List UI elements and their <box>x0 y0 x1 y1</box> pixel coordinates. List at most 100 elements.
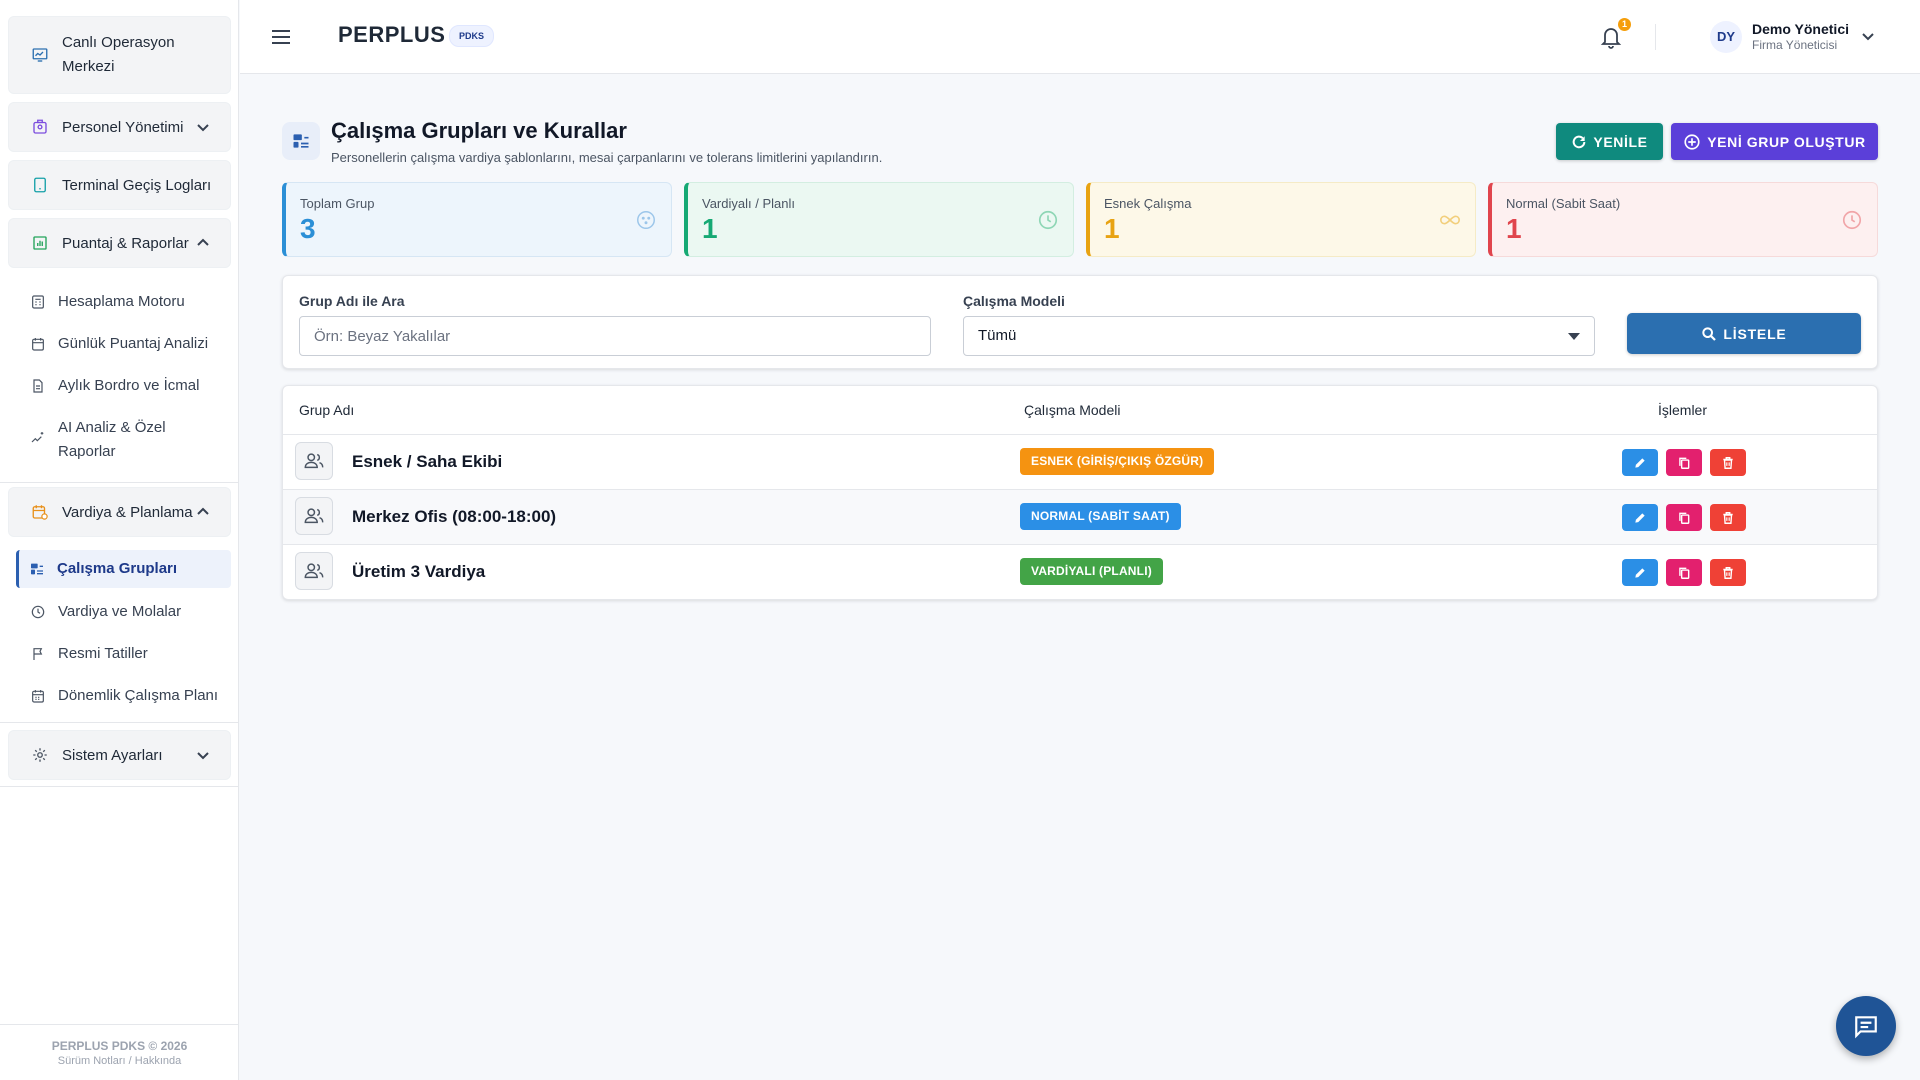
new-group-button[interactable]: YENİ GRUP OLUŞTUR <box>1671 123 1878 160</box>
copy-icon <box>1679 567 1690 579</box>
users-icon <box>304 508 324 524</box>
groups-table: Grup Adı Çalışma Modeli İşlemler Esnek /… <box>282 385 1878 600</box>
chat-icon <box>1855 1016 1877 1039</box>
stat-label: Toplam Grup <box>300 196 375 211</box>
sidebar-item-live-operations[interactable]: Canlı Operasyon Merkezi <box>8 16 231 94</box>
caret-down-icon <box>1568 333 1580 340</box>
calculator-icon <box>32 295 44 309</box>
edit-button[interactable] <box>1622 449 1658 476</box>
delete-button[interactable] <box>1710 504 1746 531</box>
copy-button[interactable] <box>1666 504 1702 531</box>
chevron-down-icon[interactable] <box>1860 30 1876 44</box>
chat-fab-button[interactable] <box>1836 996 1896 1056</box>
clock-icon <box>1038 210 1058 230</box>
sidebar-item-label: Hesaplama Motoru <box>58 293 185 310</box>
avatar[interactable]: DY <box>1710 21 1742 53</box>
trash-icon <box>1723 456 1733 469</box>
sidebar-item-ai-reports[interactable]: AI Analiz & Özel Raporlar <box>20 416 180 464</box>
column-header-name: Grup Adı <box>299 402 355 418</box>
sidebar-item-label: Dönemlik Çalışma Planı <box>58 687 219 704</box>
table-row[interactable]: Üretim 3 Vardiya VARDİYALI (PLANLI) <box>283 544 1877 599</box>
sidebar-item-label: Puantaj & Raporlar <box>62 234 189 252</box>
calendar-icon <box>32 338 44 351</box>
stat-card-shift: Vardiyalı / Planlı 1 <box>684 182 1074 257</box>
sidebar-item-work-groups[interactable]: Çalışma Grupları <box>16 550 231 588</box>
copy-button[interactable] <box>1666 449 1702 476</box>
sidebar-item-personnel[interactable]: Personel Yönetimi <box>8 102 231 152</box>
refresh-label: YENİLE <box>1593 133 1648 150</box>
top-header: PERPLUS PDKS 1 DY Demo Yönetici Firma Yö… <box>240 0 1920 74</box>
chevron-up-icon <box>197 238 209 246</box>
sidebar-item-timesheet-reports[interactable]: Puantaj & Raporlar <box>8 218 231 268</box>
edit-button[interactable] <box>1622 504 1658 531</box>
chevron-down-icon <box>197 752 209 760</box>
sidebar-item-monthly-payroll[interactable]: Aylık Bordro ve İcmal <box>20 374 231 398</box>
table-row[interactable]: Esnek / Saha Ekibi ESNEK (GİRİŞ/ÇIKIŞ ÖZ… <box>283 434 1877 489</box>
delete-button[interactable] <box>1710 449 1746 476</box>
sidebar-item-label: AI Analiz & Özel Raporlar <box>58 419 166 460</box>
filter-panel: Grup Adı ile Ara Çalışma Modeli Tümü LİS… <box>282 275 1878 369</box>
table-row[interactable]: Merkez Ofis (08:00-18:00) NORMAL (SABİT … <box>283 489 1877 544</box>
sidebar-item-label: Çalışma Grupları <box>57 560 178 577</box>
column-header-model: Çalışma Modeli <box>1024 402 1121 418</box>
plus-circle-icon <box>1684 133 1700 150</box>
sidebar-item-label: Aylık Bordro ve İcmal <box>58 377 200 394</box>
search-input[interactable] <box>299 316 931 356</box>
list-button[interactable]: LİSTELE <box>1627 313 1861 354</box>
new-group-label: YENİ GRUP OLUŞTUR <box>1707 133 1866 150</box>
group-row-icon <box>295 552 333 590</box>
sidebar-item-shifts-breaks[interactable]: Vardiya ve Molalar <box>20 600 231 624</box>
list-label: LİSTELE <box>1723 325 1787 342</box>
sidebar-item-label: Günlük Puantaj Analizi <box>58 335 209 352</box>
refresh-button[interactable]: YENİLE <box>1556 123 1663 160</box>
sidebar-footer: PERPLUS PDKS © 2026 Sürüm Notları / Hakk… <box>0 1024 239 1080</box>
sidebar-item-terminal-logs[interactable]: Terminal Geçiş Logları <box>8 160 231 210</box>
hamburger-menu-icon[interactable] <box>270 28 292 46</box>
group-name: Merkez Ofis (08:00-18:00) <box>352 507 557 526</box>
sidebar-item-system-settings[interactable]: Sistem Ayarları <box>8 730 231 780</box>
model-label: Çalışma Modeli <box>963 293 1065 309</box>
group-row-icon <box>295 442 333 480</box>
group-name: Üretim 3 Vardiya <box>352 562 486 581</box>
stat-label: Normal (Sabit Saat) <box>1506 196 1621 211</box>
sidebar-item-label: Personel Yönetimi <box>62 118 184 136</box>
group-name: Esnek / Saha Ekibi <box>352 452 503 471</box>
page-subtitle: Personellerin çalışma vardiya şablonları… <box>331 150 883 165</box>
chevron-up-icon <box>197 507 209 515</box>
sidebar-item-period-plan[interactable]: Dönemlik Çalışma Planı <box>20 684 231 708</box>
sidebar-item-label: Vardiya & Planlama <box>62 503 193 521</box>
flag-icon <box>33 648 43 660</box>
page-title-icon <box>282 122 320 160</box>
refresh-icon <box>1573 135 1586 148</box>
sparkle-chart-icon <box>31 432 44 443</box>
search-icon <box>1702 326 1717 341</box>
user-name[interactable]: Demo Yönetici <box>1752 21 1849 37</box>
groups-icon <box>293 134 309 148</box>
users-icon <box>304 563 324 579</box>
sidebar-item-calculation-engine[interactable]: Hesaplama Motoru <box>20 290 231 314</box>
stat-label: Vardiyalı / Planlı <box>702 196 795 211</box>
sidebar-item-label: Canlı Operasyon Merkezi <box>62 34 175 75</box>
monitor-chart-icon <box>32 48 48 62</box>
stat-card-flexible: Esnek Çalışma 1 <box>1086 182 1476 257</box>
stat-value: 1 <box>1506 213 1522 244</box>
footer-links[interactable]: Sürüm Notları / Hakkında <box>0 1055 239 1067</box>
sidebar-item-daily-timesheet[interactable]: Günlük Puantaj Analizi <box>20 332 231 356</box>
calendar-grid-icon <box>32 690 44 703</box>
sidebar-item-shift-planning[interactable]: Vardiya & Planlama <box>8 487 231 537</box>
delete-button[interactable] <box>1710 559 1746 586</box>
model-badge: ESNEK (GİRİŞ/ÇIKIŞ ÖZGÜR) <box>1020 448 1215 475</box>
brand-logo[interactable]: PERPLUS <box>338 22 445 48</box>
copy-icon <box>1679 457 1690 469</box>
notification-badge: 1 <box>1618 18 1631 31</box>
sidebar-item-holidays[interactable]: Resmi Tatiller <box>20 642 231 666</box>
stat-value: 1 <box>702 213 718 244</box>
copy-button[interactable] <box>1666 559 1702 586</box>
model-select[interactable]: Tümü <box>963 316 1595 356</box>
column-header-actions: İşlemler <box>1658 402 1708 418</box>
stat-card-normal: Normal (Sabit Saat) 1 <box>1488 182 1878 257</box>
edit-button[interactable] <box>1622 559 1658 586</box>
gear-icon <box>33 748 47 762</box>
model-select-value: Tümü <box>978 327 1017 344</box>
group-row-icon <box>295 497 333 535</box>
